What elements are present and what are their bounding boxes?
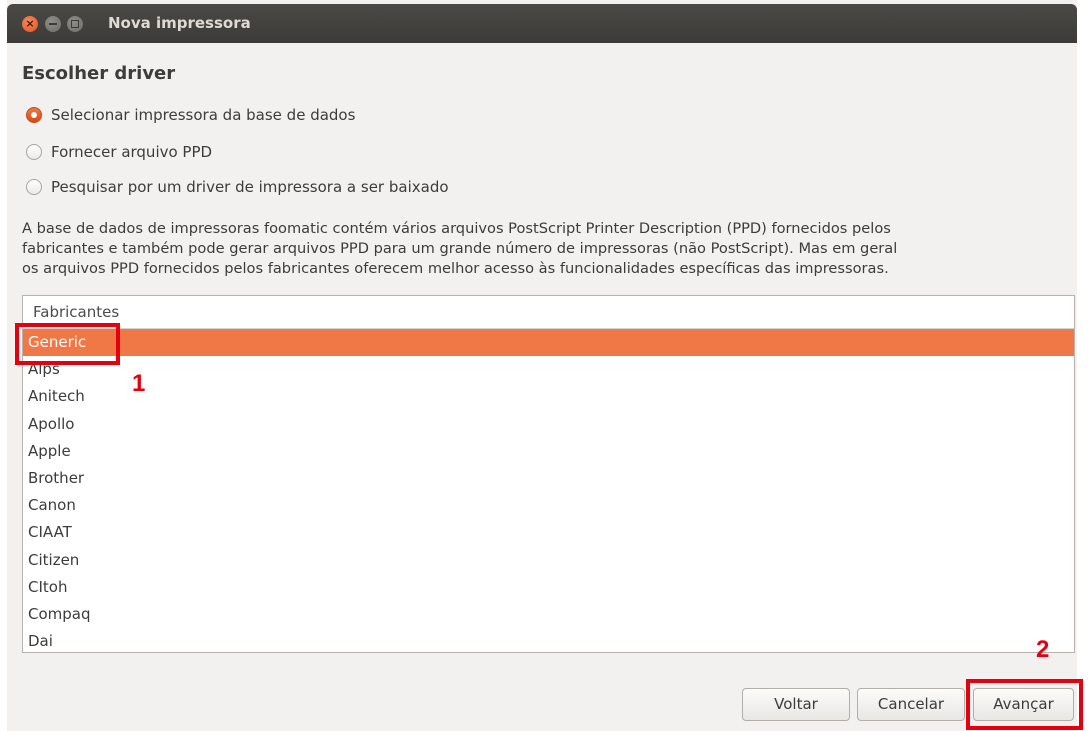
- maximize-window-icon[interactable]: [67, 16, 83, 32]
- title-bar[interactable]: × Nova impressora: [7, 4, 1077, 43]
- option-select-from-database[interactable]: Selecionar impressora da base de dados: [26, 104, 355, 126]
- option-label[interactable]: Fornecer arquivo PPD: [51, 143, 212, 161]
- manufacturer-item[interactable]: Alps: [23, 356, 1074, 383]
- description-text: A base de dados de impressoras foomatic …: [22, 219, 1074, 279]
- manufacturer-item[interactable]: Citizen: [23, 547, 1074, 574]
- option-label[interactable]: Selecionar impressora da base de dados: [51, 106, 355, 124]
- manufacturer-item[interactable]: Generic: [23, 329, 1074, 357]
- manufacturer-item[interactable]: Compaq: [23, 601, 1074, 628]
- radio-unselected-icon[interactable]: [26, 179, 42, 195]
- cancel-button[interactable]: Cancelar: [857, 688, 965, 721]
- manufacturer-item[interactable]: Canon: [23, 492, 1074, 519]
- page-heading: Escolher driver: [22, 63, 176, 84]
- option-label[interactable]: Pesquisar por um driver de impressora a …: [51, 178, 449, 196]
- manufacturer-item[interactable]: Anitech: [23, 383, 1074, 410]
- manufacturer-item[interactable]: Dai: [23, 628, 1074, 652]
- manufacturer-item[interactable]: Apollo: [23, 411, 1074, 438]
- annotation-step-2: 2: [1036, 636, 1050, 663]
- window-title: Nova impressora: [108, 14, 251, 32]
- option-search-driver-download[interactable]: Pesquisar por um driver de impressora a …: [26, 176, 449, 198]
- forward-button[interactable]: Avançar: [973, 688, 1074, 721]
- radio-unselected-icon[interactable]: [26, 144, 42, 160]
- radio-selected-icon[interactable]: [26, 107, 42, 123]
- minimize-window-icon[interactable]: [45, 16, 61, 32]
- manufacturer-item[interactable]: Apple: [23, 438, 1074, 465]
- dialog-window: × Nova impressora Escolher driver Seleci…: [0, 0, 1088, 731]
- manufacturers-list-items: Generic Alps Anitech Apollo Apple Brother Cano…: [23, 329, 1074, 652]
- manufacturer-item[interactable]: CIAAT: [23, 519, 1074, 546]
- manufacturers-list[interactable]: Fabricantes Generic Alps Anitech Apollo Appl…: [22, 295, 1075, 653]
- option-provide-ppd-file[interactable]: Fornecer arquivo PPD: [26, 141, 212, 163]
- description-line: os arquivos PPD fornecidos pelos fabrica…: [22, 260, 889, 277]
- annotation-step-1: 1: [132, 370, 146, 397]
- description-line: A base de dados de impressoras foomatic …: [22, 220, 891, 237]
- close-window-icon[interactable]: ×: [22, 16, 38, 32]
- manufacturer-item[interactable]: Brother: [23, 465, 1074, 492]
- manufacturers-column-header[interactable]: Fabricantes: [23, 296, 1074, 329]
- description-line: fabricantes e também pode gerar arquivos…: [22, 240, 898, 257]
- back-button[interactable]: Voltar: [742, 688, 850, 721]
- manufacturer-item[interactable]: CItoh: [23, 574, 1074, 601]
